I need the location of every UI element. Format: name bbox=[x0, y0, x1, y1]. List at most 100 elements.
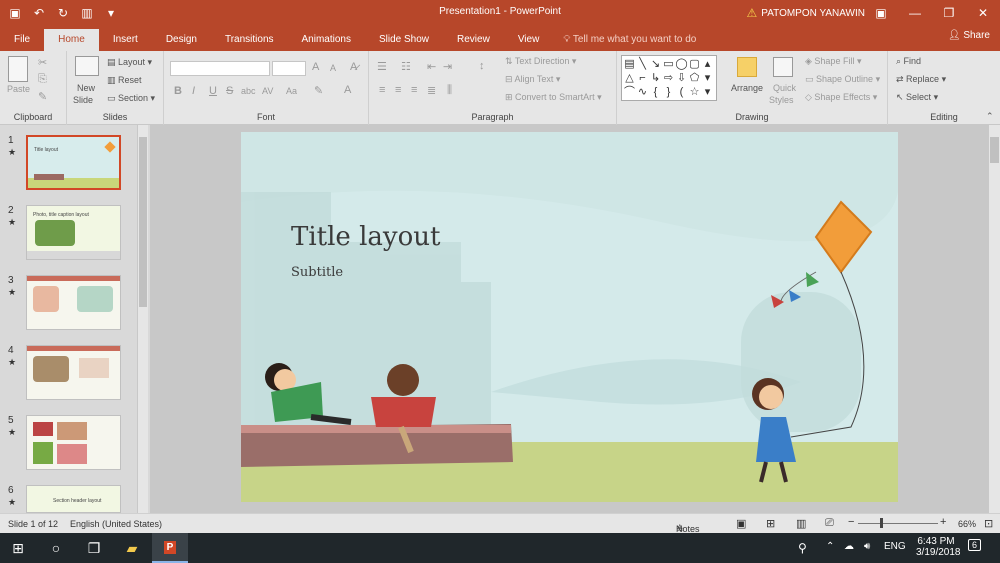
language-indicator[interactable]: English (United States) bbox=[70, 519, 162, 529]
pentagon-shape-icon[interactable]: ⬠ bbox=[688, 71, 701, 85]
people-icon[interactable]: ⚲ bbox=[798, 541, 807, 555]
volume-icon[interactable]: 🔊︎ bbox=[864, 541, 870, 552]
cortana-icon[interactable]: ○ bbox=[38, 533, 74, 563]
arrow-line-shape-icon[interactable]: ↘ bbox=[649, 57, 662, 71]
normal-view-icon[interactable]: ▣ bbox=[736, 517, 746, 530]
bracket-shape-icon[interactable]: ( bbox=[675, 85, 688, 99]
text-box-shape-icon[interactable]: ▤ bbox=[623, 57, 636, 71]
close-button[interactable]: ✕ bbox=[966, 0, 1000, 25]
align-center-icon[interactable]: ≡ bbox=[395, 84, 401, 96]
thumbnail-image[interactable]: Photo, title caption layout bbox=[26, 205, 121, 260]
grow-font-button[interactable]: A bbox=[312, 61, 319, 73]
tab-file[interactable]: File bbox=[0, 29, 44, 51]
change-case-button[interactable]: Aa bbox=[286, 86, 297, 96]
expand-gallery-icon[interactable]: ▾ bbox=[701, 85, 714, 99]
tab-review[interactable]: Review bbox=[443, 29, 504, 51]
share-button[interactable]: 👤︎ Share bbox=[948, 30, 990, 41]
elbow-arrow-shape-icon[interactable]: ↳ bbox=[649, 71, 662, 85]
align-left-icon[interactable]: ≡ bbox=[379, 84, 385, 96]
slide-sorter-icon[interactable]: ⊞ bbox=[766, 517, 775, 530]
quick-styles-label[interactable]: Quick bbox=[773, 83, 796, 93]
down-arrow-shape-icon[interactable]: ⇩ bbox=[675, 71, 688, 85]
ribbon-display-options-icon[interactable]: ▣ bbox=[864, 0, 898, 25]
find-button[interactable]: ⌕ Find bbox=[896, 56, 921, 67]
line-shape-icon[interactable]: ╲ bbox=[636, 57, 649, 71]
thumbnail-image[interactable] bbox=[26, 275, 121, 330]
new-slide-icon[interactable] bbox=[75, 56, 99, 76]
star-shape-icon[interactable]: ☆ bbox=[688, 85, 701, 99]
zoom-out-button[interactable]: − bbox=[848, 516, 854, 528]
rounded-rect-shape-icon[interactable]: ▢ bbox=[688, 57, 701, 71]
task-view-icon[interactable]: ❐ bbox=[76, 533, 112, 563]
shrink-font-button[interactable]: A bbox=[330, 63, 336, 73]
increase-indent-icon[interactable]: ⇥ bbox=[443, 60, 452, 73]
brace-left-shape-icon[interactable]: { bbox=[649, 85, 662, 99]
tab-design[interactable]: Design bbox=[152, 29, 211, 51]
italic-button[interactable]: I bbox=[192, 85, 195, 97]
character-spacing-button[interactable]: AV bbox=[262, 86, 273, 96]
scrollbar-thumb[interactable] bbox=[139, 137, 147, 307]
slide-show-icon[interactable]: ⎚ bbox=[825, 517, 834, 530]
action-center-icon[interactable]: 6 bbox=[968, 539, 982, 551]
paste-label[interactable]: Paste bbox=[7, 84, 30, 94]
save-icon[interactable]: ▣ bbox=[4, 2, 26, 24]
right-arrow-shape-icon[interactable]: ⇨ bbox=[662, 71, 675, 85]
user-account[interactable]: ⚠ PATOMPON YANAWIN bbox=[747, 6, 865, 20]
shapes-gallery[interactable]: ▤ ╲ ↘ ▭ ◯ ▢ ▴ △ ⌐ ↳ ⇨ ⇩ ⬠ ▾ ⌒ ∿{}(☆ ▾ bbox=[621, 55, 717, 101]
shape-effects-button[interactable]: ◇ Shape Effects ▾ bbox=[805, 92, 877, 103]
new-slide-label-2[interactable]: Slide bbox=[73, 95, 93, 105]
slide-title[interactable]: Title layout bbox=[291, 222, 440, 252]
layout-button[interactable]: ▤ Layout ▾ bbox=[107, 57, 152, 68]
tab-home[interactable]: Home bbox=[44, 29, 99, 51]
more-shapes-icon[interactable]: ▴ bbox=[701, 57, 714, 71]
thumbnail-image[interactable]: Section header layout bbox=[26, 485, 121, 513]
font-name-input[interactable] bbox=[170, 61, 270, 76]
select-button[interactable]: ↖ Select ▾ bbox=[896, 92, 938, 103]
oval-shape-icon[interactable]: ◯ bbox=[675, 57, 688, 71]
bullets-icon[interactable]: ☰ bbox=[377, 60, 387, 73]
font-color-icon[interactable]: A bbox=[344, 84, 351, 96]
cut-icon[interactable]: ✂ bbox=[38, 56, 47, 69]
powerpoint-taskbar-icon[interactable]: P bbox=[152, 533, 188, 563]
new-slide-label[interactable]: New bbox=[77, 83, 95, 93]
line-spacing-icon[interactable]: ↕ bbox=[479, 60, 485, 72]
shadow-button[interactable]: abc bbox=[241, 86, 256, 96]
slide-canvas[interactable]: Title layout Subtitle bbox=[241, 132, 898, 502]
underline-button[interactable]: U bbox=[209, 85, 217, 97]
shape-outline-button[interactable]: ▭ Shape Outline ▾ bbox=[805, 74, 880, 85]
reset-button[interactable]: ▥ Reset bbox=[107, 75, 142, 86]
tab-insert[interactable]: Insert bbox=[99, 29, 152, 51]
restore-button[interactable]: ❐ bbox=[932, 0, 966, 25]
tell-me-box[interactable]: 💡︎ Tell me what you want to do bbox=[553, 29, 696, 51]
arc-shape-icon[interactable]: ⌒ bbox=[623, 85, 636, 99]
replace-button[interactable]: ⇄ Replace ▾ bbox=[896, 74, 946, 85]
zoom-level[interactable]: 66% bbox=[958, 519, 976, 529]
strikethrough-button[interactable]: S bbox=[226, 85, 233, 97]
thumbnail-image[interactable] bbox=[26, 345, 121, 400]
align-right-icon[interactable]: ≡ bbox=[411, 84, 417, 96]
columns-icon[interactable]: ⫼ bbox=[447, 84, 452, 97]
text-direction-button[interactable]: ⇅ Text Direction ▾ bbox=[505, 56, 576, 67]
slide-subtitle[interactable]: Subtitle bbox=[291, 265, 343, 280]
bold-button[interactable]: B bbox=[174, 85, 182, 97]
minimize-button[interactable]: — bbox=[898, 0, 932, 25]
rectangle-shape-icon[interactable]: ▭ bbox=[662, 57, 675, 71]
redo-icon[interactable]: ↻ bbox=[52, 2, 74, 24]
input-language[interactable]: ENG bbox=[884, 541, 906, 552]
thumbnails-scrollbar[interactable] bbox=[137, 125, 148, 513]
show-hidden-icons-icon[interactable]: ⌃ bbox=[826, 541, 834, 552]
tab-animations[interactable]: Animations bbox=[288, 29, 365, 51]
align-text-button[interactable]: ⊟ Align Text ▾ bbox=[505, 74, 560, 85]
justify-icon[interactable]: ≣ bbox=[427, 84, 436, 97]
file-explorer-icon[interactable]: ▰ bbox=[114, 533, 150, 563]
quick-styles-icon[interactable] bbox=[773, 57, 793, 77]
font-size-input[interactable] bbox=[272, 61, 306, 76]
copy-icon[interactable]: ⎘ bbox=[38, 73, 47, 86]
paste-icon[interactable] bbox=[8, 56, 28, 82]
fit-to-window-icon[interactable]: ⊡ bbox=[984, 517, 993, 530]
arrange-label[interactable]: Arrange bbox=[731, 83, 763, 93]
smartart-button[interactable]: ⊞ Convert to SmartArt ▾ bbox=[505, 92, 602, 103]
triangle-shape-icon[interactable]: △ bbox=[623, 71, 636, 85]
thumbnail-image[interactable] bbox=[26, 415, 121, 470]
reading-view-icon[interactable]: ▥ bbox=[796, 517, 806, 530]
